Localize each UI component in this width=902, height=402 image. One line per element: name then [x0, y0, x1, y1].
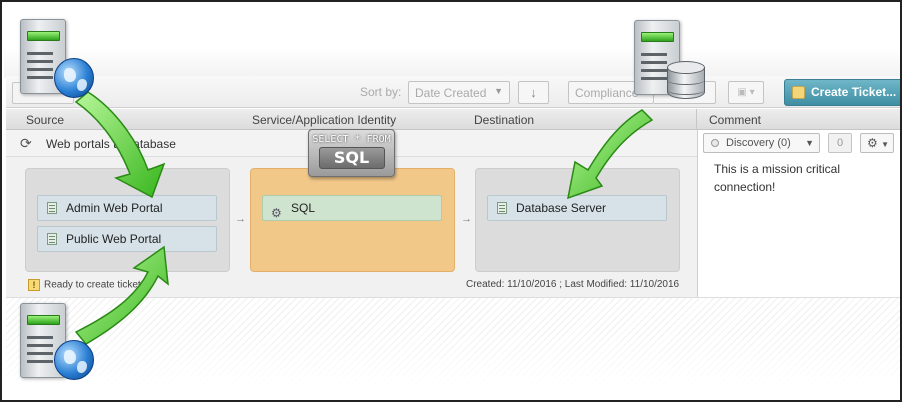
sql-tag-line2: SQL — [318, 147, 385, 169]
connection-name: Web portals to database — [46, 137, 176, 151]
server-list-icon — [47, 202, 57, 214]
source-item-admin-web-portal[interactable]: Admin Web Portal — [37, 195, 217, 221]
sql-query-tag: SELECT * FROM SQL — [308, 129, 395, 177]
globe-icon — [54, 340, 94, 380]
chevron-down-icon: ▼ — [805, 138, 814, 148]
destination-group: Database Server — [475, 168, 680, 272]
server-slot — [27, 68, 53, 71]
server-slot — [27, 360, 53, 363]
chevron-down-icon: ▼ — [881, 140, 890, 149]
service-group: ⚙ SQL — [250, 168, 455, 272]
column-separator — [696, 109, 697, 130]
database-icon — [667, 61, 705, 103]
server-slot — [27, 60, 53, 63]
sql-tag-line1: SELECT * FROM — [312, 134, 391, 145]
source-item-label: Public Web Portal — [66, 232, 162, 246]
ticket-status: ! Ready to create ticket — [28, 279, 141, 291]
settings-menu-button[interactable]: ⚙ ▼ — [860, 133, 894, 153]
server-list-icon — [47, 233, 57, 245]
sort-select[interactable]: Date Created ▼ — [408, 81, 510, 104]
column-service[interactable]: Service/Application Identity — [252, 113, 396, 127]
database-top — [667, 61, 705, 74]
server-slot — [27, 76, 53, 79]
column-comment[interactable]: Comment — [709, 113, 761, 127]
source-group: Admin Web Portal Public Web Portal — [25, 168, 230, 272]
chevron-down-icon: ▼ — [494, 86, 503, 96]
server-led — [27, 315, 60, 325]
sort-select-value: Date Created — [415, 86, 487, 100]
refresh-icon: ⟳ — [20, 135, 32, 151]
server-slot — [27, 52, 53, 55]
comment-panel: Discovery (0) ▼ 0 ⚙ ▼ This is a mission … — [697, 130, 900, 297]
top-fade — [4, 4, 900, 78]
column-destination[interactable]: Destination — [474, 113, 534, 127]
discovery-select[interactable]: Discovery (0) ▼ — [703, 133, 820, 153]
server-led — [641, 32, 674, 42]
footer-fade — [6, 332, 900, 400]
service-item-label: SQL — [291, 201, 316, 215]
screenshot-frame: Sort by: Date Created ▼ ↓ Compliance ▣ ▾… — [0, 0, 902, 402]
server-slot — [641, 77, 667, 80]
compliance-label: Compliance — [575, 86, 639, 100]
globe-land — [77, 361, 87, 373]
column-source[interactable]: Source — [26, 113, 64, 127]
ticket-icon — [792, 86, 805, 99]
server-slot — [27, 352, 53, 355]
column-header-row: Source Service/Application Identity Dest… — [6, 109, 900, 130]
comment-text: This is a mission critical connection! — [714, 162, 841, 194]
warning-icon: ! — [28, 279, 40, 291]
sort-direction-button[interactable]: ↓ — [518, 81, 549, 104]
source-item-public-web-portal[interactable]: Public Web Portal — [37, 226, 217, 252]
server-slot — [27, 336, 53, 339]
globe-icon — [54, 58, 94, 98]
connection-content: Admin Web Portal Public Web Portal → ⚙ S… — [6, 157, 697, 297]
server-list-icon — [497, 202, 507, 214]
count-badge: 0 — [828, 133, 852, 153]
create-ticket-button[interactable]: Create Ticket... — [784, 79, 900, 106]
service-item-sql[interactable]: ⚙ SQL — [262, 195, 442, 221]
server-slot — [641, 61, 667, 64]
connection-dates: Created: 11/10/2016 ; Last Modified: 11/… — [466, 279, 680, 290]
server-slot — [27, 344, 53, 347]
globe-land — [77, 79, 87, 91]
create-ticket-label: Create Ticket... — [811, 85, 897, 99]
globe-land — [64, 68, 76, 82]
discovery-label: Discovery (0) — [726, 137, 791, 149]
gear-icon: ⚙ — [867, 136, 878, 150]
destination-item-database-server[interactable]: Database Server — [487, 195, 667, 221]
server-slot — [641, 53, 667, 56]
sort-label: Sort by: — [360, 85, 402, 99]
globe-land — [64, 350, 76, 364]
status-dot-icon — [711, 139, 719, 147]
database-band — [667, 75, 705, 85]
ticket-status-label: Ready to create ticket — [44, 279, 141, 291]
server-led — [27, 31, 60, 41]
destination-item-label: Database Server — [516, 201, 607, 215]
flow-arrow-icon: → — [461, 213, 472, 225]
arrow-down-icon: ↓ — [530, 85, 537, 100]
gear-icon: ⚙ — [271, 206, 282, 220]
toolbar: Sort by: Date Created ▼ ↓ Compliance ▣ ▾… — [6, 76, 900, 108]
disabled-action-button[interactable]: ▣ ▾ — [728, 81, 764, 104]
flow-arrow-icon: → — [235, 213, 246, 225]
database-band — [667, 85, 705, 95]
server-slot — [641, 69, 667, 72]
source-item-label: Admin Web Portal — [66, 201, 163, 215]
